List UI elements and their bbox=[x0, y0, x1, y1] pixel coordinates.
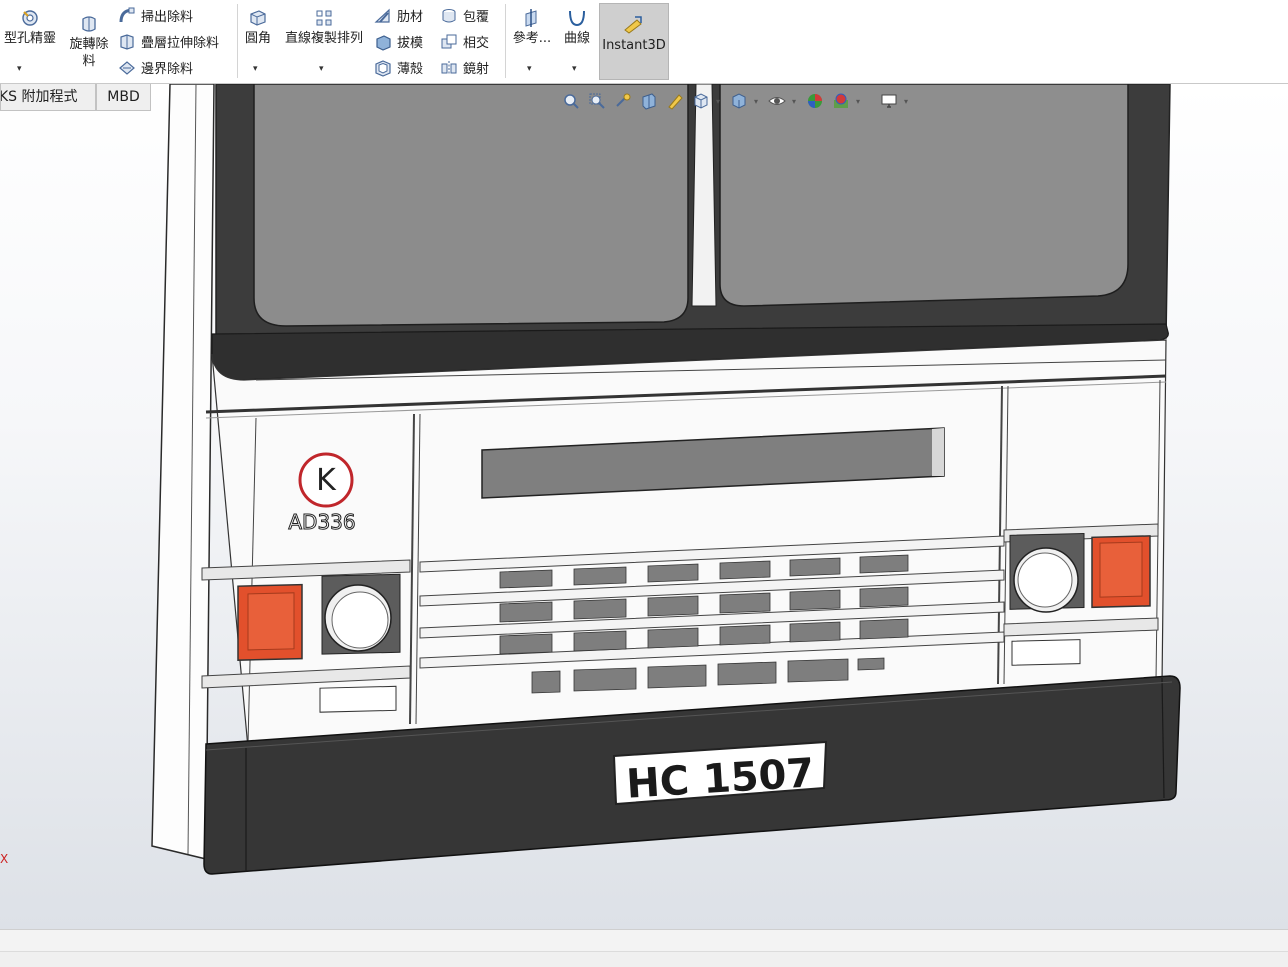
display-style-dropdown-arrow[interactable]: ▾ bbox=[754, 97, 762, 106]
shell-icon bbox=[375, 59, 391, 77]
fillet-icon bbox=[250, 10, 266, 26]
triad-x-axis-label: X bbox=[0, 852, 9, 866]
intersect-button[interactable]: 相交 bbox=[440, 32, 489, 51]
dynamic-annotation-icon bbox=[668, 94, 683, 110]
lofted-cut-button[interactable]: 疊層拉伸除料 bbox=[118, 32, 219, 51]
fleet-number: AD336 bbox=[288, 510, 355, 534]
zoom-to-area-button[interactable] bbox=[586, 91, 608, 111]
eye-icon bbox=[768, 97, 786, 105]
hole-wizard-dropdown-arrow[interactable]: ▾ bbox=[17, 64, 22, 74]
fillet-dropdown-arrow[interactable]: ▾ bbox=[253, 64, 258, 74]
display-style-icon bbox=[732, 93, 746, 109]
command-manager-ribbon: 型孔精靈 ▾ 旋轉除 料 掃出除料 疊層拉伸除料 邊界除料 圓角 ▾ 直線複製排… bbox=[0, 0, 1288, 84]
linear-pattern-label: 直線複製排列 bbox=[284, 31, 363, 46]
operator-logo-letter: K bbox=[316, 463, 337, 498]
curves-label: 曲線 bbox=[563, 31, 590, 46]
section-view-icon bbox=[642, 93, 656, 110]
appearance-sphere-icon bbox=[808, 94, 822, 108]
linear-pattern-icon bbox=[316, 10, 332, 26]
apply-scene-button[interactable] bbox=[830, 91, 852, 111]
lofted-cut-label: 疊層拉伸除料 bbox=[141, 36, 220, 51]
zoom-to-area-icon bbox=[589, 93, 605, 109]
monitor-icon bbox=[881, 94, 897, 108]
wrap-label: 包覆 bbox=[463, 10, 490, 25]
boundary-cut-button[interactable]: 邊界除料 bbox=[118, 58, 193, 77]
hide-show-items-button[interactable] bbox=[766, 91, 788, 111]
instant3d-label: Instant3D bbox=[602, 38, 666, 53]
revolved-cut-button[interactable]: 旋轉除 料 bbox=[66, 14, 112, 70]
reference-triad: X bbox=[0, 852, 8, 866]
curves-button[interactable]: 曲線 bbox=[560, 8, 594, 47]
boundary-cut-label: 邊界除料 bbox=[141, 62, 194, 77]
feature-tabs-bar bbox=[0, 929, 1288, 952]
ribbon-separator bbox=[505, 4, 506, 78]
shell-button[interactable]: 薄殼 bbox=[374, 58, 423, 77]
view-settings-button[interactable] bbox=[878, 91, 900, 111]
revolved-cut-icon bbox=[82, 16, 96, 32]
swept-cut-icon bbox=[119, 7, 135, 22]
reference-geometry-button[interactable]: 參考... bbox=[510, 8, 554, 47]
revolved-cut-label-line2: 料 bbox=[82, 54, 96, 69]
scene-icon bbox=[834, 93, 848, 108]
draft-button[interactable]: 拔模 bbox=[374, 32, 423, 51]
swept-cut-button[interactable]: 掃出除料 bbox=[118, 6, 193, 25]
scene-dropdown-arrow[interactable]: ▾ bbox=[856, 97, 864, 106]
reference-geometry-label: 參考... bbox=[512, 31, 552, 46]
linear-pattern-dropdown-arrow[interactable]: ▾ bbox=[319, 64, 324, 74]
status-bar bbox=[0, 951, 1288, 967]
draft-icon bbox=[376, 34, 391, 51]
heads-up-view-toolbar: ▾ ▾ ▾ ▾ ▾ bbox=[560, 90, 912, 112]
section-view-button[interactable] bbox=[638, 91, 660, 111]
instant3d-toggle-button[interactable]: Instant3D bbox=[599, 3, 669, 80]
previous-view-button[interactable] bbox=[612, 91, 634, 111]
curves-dropdown-arrow[interactable]: ▾ bbox=[572, 64, 577, 74]
view-orientation-dropdown-arrow[interactable]: ▾ bbox=[716, 97, 724, 106]
previous-view-icon bbox=[616, 93, 631, 107]
instant3d-icon bbox=[624, 16, 642, 34]
intersect-icon bbox=[441, 34, 457, 48]
rib-label: 肋材 bbox=[397, 10, 424, 25]
mirror-button[interactable]: 鏡射 bbox=[440, 58, 489, 77]
boundary-cut-icon bbox=[119, 60, 135, 75]
lofted-cut-icon bbox=[120, 33, 134, 50]
mirror-label: 鏡射 bbox=[463, 62, 490, 77]
intersect-label: 相交 bbox=[463, 36, 490, 51]
view-settings-dropdown-arrow[interactable]: ▾ bbox=[904, 97, 912, 106]
mirror-icon bbox=[441, 60, 457, 75]
hole-wizard-button[interactable]: 型孔精靈 bbox=[0, 8, 60, 47]
edit-appearance-button[interactable] bbox=[804, 91, 826, 111]
ribbon-separator bbox=[237, 4, 238, 78]
wrap-icon bbox=[442, 8, 456, 22]
display-style-button[interactable] bbox=[728, 91, 750, 111]
shell-label: 薄殼 bbox=[397, 62, 424, 77]
view-orientation-icon bbox=[694, 93, 708, 109]
tab-mbd[interactable]: MBD bbox=[96, 84, 151, 111]
dynamic-annotation-button[interactable] bbox=[664, 91, 686, 111]
hole-wizard-label: 型孔精靈 bbox=[3, 31, 56, 46]
zoom-to-fit-button[interactable] bbox=[560, 91, 582, 111]
swept-cut-label: 掃出除料 bbox=[141, 10, 194, 25]
linear-pattern-button[interactable]: 直線複製排列 bbox=[280, 8, 368, 47]
rib-button[interactable]: 肋材 bbox=[374, 6, 423, 25]
curves-icon bbox=[569, 10, 585, 27]
zoom-to-fit-icon bbox=[564, 94, 579, 109]
fillet-label: 圓角 bbox=[244, 31, 271, 46]
graphics-area[interactable]: K AD336 HC 1507 ▾ ▾ ▾ ▾ ▾ X bbox=[0, 84, 1288, 929]
fillet-button[interactable]: 圓角 bbox=[242, 8, 274, 47]
revolved-cut-label-line1: 旋轉除 bbox=[69, 37, 109, 52]
command-manager-tabs: KS 附加程式 MBD bbox=[0, 84, 151, 111]
reference-geometry-icon bbox=[525, 9, 537, 27]
hide-show-dropdown-arrow[interactable]: ▾ bbox=[792, 97, 800, 106]
draft-label: 拔模 bbox=[397, 36, 424, 51]
bus-front-model[interactable]: K AD336 HC 1507 bbox=[0, 84, 1288, 929]
view-orientation-button[interactable] bbox=[690, 91, 712, 111]
tab-solidworks-addins[interactable]: KS 附加程式 bbox=[0, 84, 96, 111]
hole-wizard-icon bbox=[22, 10, 38, 26]
rib-icon bbox=[374, 8, 390, 23]
reference-dropdown-arrow[interactable]: ▾ bbox=[527, 64, 532, 74]
wrap-button[interactable]: 包覆 bbox=[440, 6, 489, 25]
